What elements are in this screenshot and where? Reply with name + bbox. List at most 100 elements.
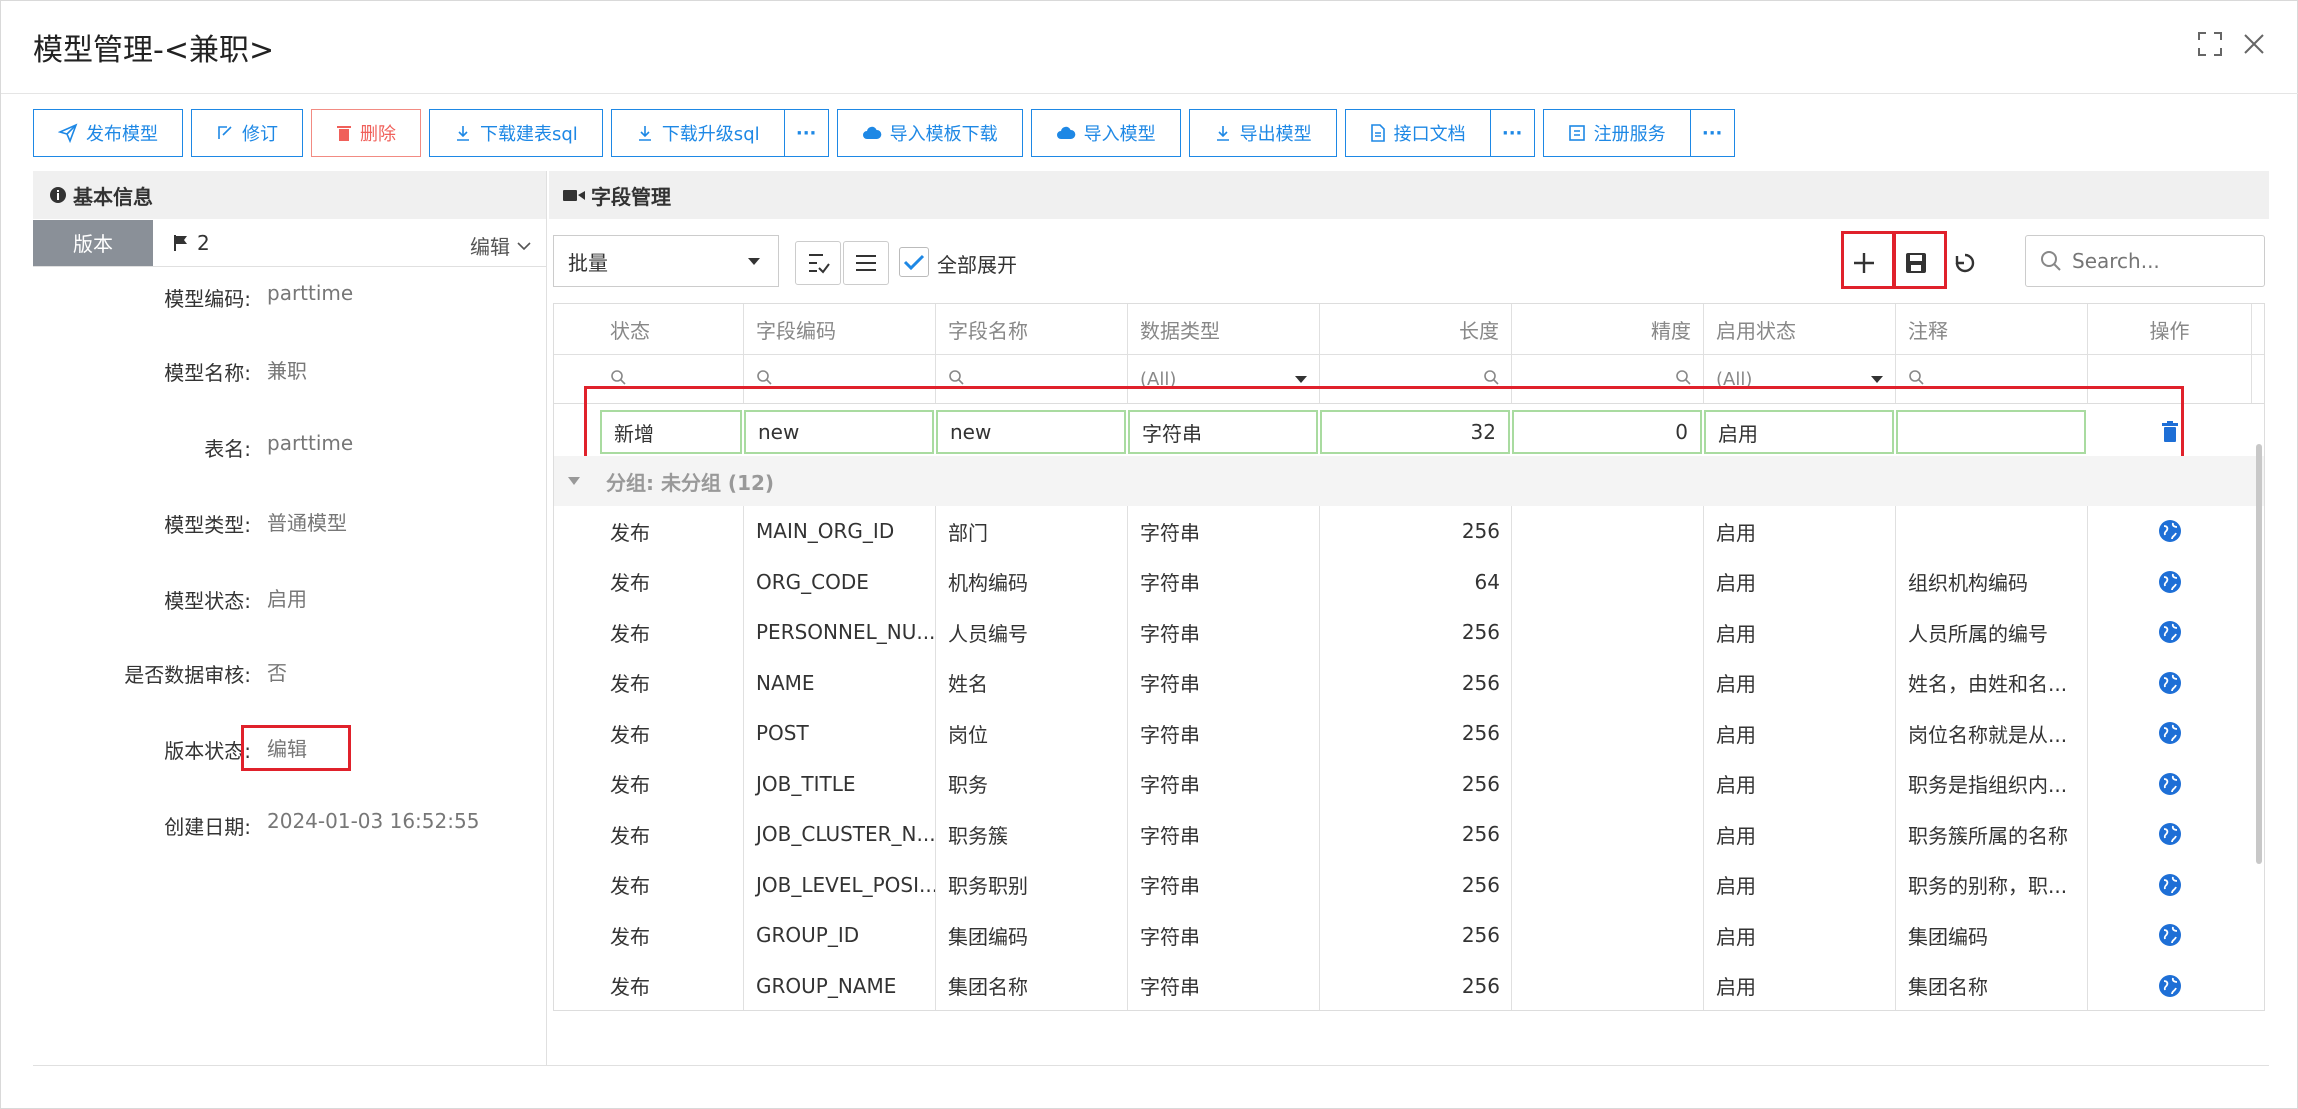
group-label: 分组: 未分组 (12) xyxy=(606,470,775,495)
new-field-cell-enabled[interactable]: 启用 xyxy=(1704,410,1894,454)
publish-action[interactable] xyxy=(2088,961,2252,1011)
new-field-cell-status[interactable]: 新增 xyxy=(600,410,742,454)
filter-select[interactable]: (All) xyxy=(1128,355,1320,403)
download-create-sql-label: 下载建表sql xyxy=(480,124,578,145)
new-field-cell-code[interactable]: new xyxy=(744,410,934,454)
caret-down-icon xyxy=(568,477,580,485)
close-icon[interactable] xyxy=(2237,27,2271,61)
flag-tab[interactable]: 2 xyxy=(173,231,210,255)
column-header[interactable]: 注释 xyxy=(1896,304,2088,354)
filter-search[interactable] xyxy=(1896,355,2088,403)
info-field-value: 启用 xyxy=(267,587,307,611)
publish-action[interactable] xyxy=(2088,708,2252,758)
menu-icon xyxy=(856,255,876,271)
edit-dropdown[interactable]: 编辑 xyxy=(470,231,532,260)
maximize-icon[interactable] xyxy=(2193,27,2227,61)
trash-icon xyxy=(2162,421,2178,442)
search-box[interactable] xyxy=(2025,235,2265,287)
cell-comment: 职务是指组织内... xyxy=(1908,773,2068,797)
table-row[interactable]: 发布 JOB_TITLE 职务 字符串 256 启用 职务是指组织内... xyxy=(554,759,2264,809)
table-row[interactable]: 发布 GROUP_NAME 集团名称 字符串 256 启用 集团名称 xyxy=(554,961,2264,1011)
more-button[interactable]: ··· xyxy=(784,109,829,157)
publish-action[interactable] xyxy=(2088,557,2252,607)
table-row[interactable]: 发布 PERSONNEL_NU... 人员编号 字符串 256 启用 人员所属的编号 xyxy=(554,607,2264,657)
filter-search[interactable] xyxy=(936,355,1128,403)
publish-action[interactable] xyxy=(2088,860,2252,910)
cell-type: 字符串 xyxy=(1140,571,1200,595)
column-divider xyxy=(1511,506,1512,1010)
caret-down-icon xyxy=(1295,375,1307,383)
revise-button[interactable]: 修订 xyxy=(191,109,303,157)
column-header[interactable]: 字段名称 xyxy=(936,304,1128,354)
filter-select[interactable]: (All) xyxy=(1704,355,1896,403)
publish-action[interactable] xyxy=(2088,910,2252,960)
column-header[interactable]: 启用状态 xyxy=(1704,304,1896,354)
column-chooser-button[interactable] xyxy=(843,241,889,285)
add-field-button[interactable] xyxy=(1847,241,1881,285)
export-model-button[interactable]: 导出模型 xyxy=(1188,109,1337,157)
header-divider xyxy=(1,93,2298,94)
table-row[interactable]: 发布 ORG_CODE 机构编码 字符串 64 启用 组织机构编码 xyxy=(554,557,2264,607)
cell-precision xyxy=(1512,607,1704,657)
info-field-value: 普通模型 xyxy=(267,511,347,535)
select-check-button[interactable] xyxy=(795,241,841,285)
column-header[interactable]: 精度 xyxy=(1512,304,1704,354)
new-field-cell-precision[interactable]: 0 xyxy=(1512,410,1702,454)
cell-enabled: 启用 xyxy=(1716,520,1756,545)
delete-row-action[interactable] xyxy=(2088,410,2252,454)
publish-action[interactable] xyxy=(2088,607,2252,657)
download-upgrade-sql-button[interactable]: 下载升级sql xyxy=(610,109,785,157)
info-icon xyxy=(50,187,66,203)
cell-status: 发布 xyxy=(610,672,650,696)
globe-icon xyxy=(2159,621,2181,643)
save-button[interactable] xyxy=(1899,241,1933,285)
filter-search[interactable] xyxy=(1320,355,1512,403)
table-row[interactable]: 发布 JOB_LEVEL_POSI... 职务职别 字符串 256 启用 职务的别称，职..… xyxy=(554,860,2264,910)
table-row[interactable]: 发布 JOB_CLUSTER_N... 职务簇 字符串 256 启用 职务簇所属的名称 xyxy=(554,809,2264,859)
tab-version[interactable]: 版本 xyxy=(33,219,153,266)
column-header[interactable]: 数据类型 xyxy=(1128,304,1320,354)
batch-select-value: 批量 xyxy=(568,250,608,275)
vertical-scrollbar[interactable] xyxy=(2256,444,2262,864)
field-management-title: 字段管理 xyxy=(591,184,671,209)
cell-precision xyxy=(1512,759,1704,809)
cell-length: 256 xyxy=(1461,872,1500,897)
new-field-cell-comment[interactable] xyxy=(1896,410,2086,454)
column-header[interactable]: 状态 xyxy=(554,304,744,354)
more-button[interactable]: ··· xyxy=(1690,109,1735,157)
batch-select[interactable]: 批量 xyxy=(553,235,779,287)
publish-model-button[interactable]: 发布模型 xyxy=(33,109,183,157)
table-row[interactable]: 发布 POST 岗位 字符串 256 启用 岗位名称就是从... xyxy=(554,708,2264,758)
table-row[interactable]: 发布 MAIN_ORG_ID 部门 字符串 256 启用 xyxy=(554,506,2264,556)
publish-action[interactable] xyxy=(2088,759,2252,809)
column-header[interactable]: 长度 xyxy=(1320,304,1512,354)
undo-button[interactable] xyxy=(1947,241,1981,285)
table-row[interactable]: 发布 GROUP_ID 集团编码 字符串 256 启用 集团编码 xyxy=(554,910,2264,960)
delete-button[interactable]: 删除 xyxy=(311,109,421,157)
new-field-cell-type[interactable]: 字符串 xyxy=(1128,410,1318,454)
table-row[interactable]: 发布 NAME 姓名 字符串 256 启用 姓名，由姓和名... xyxy=(554,658,2264,708)
expand-all-checkbox[interactable] xyxy=(899,247,929,277)
cell-comment: 组织机构编码 xyxy=(1908,571,2028,595)
filter-search[interactable] xyxy=(554,355,744,403)
column-header[interactable]: 字段编码 xyxy=(744,304,936,354)
filter-search[interactable] xyxy=(744,355,936,403)
cell-comment: 岗位名称就是从... xyxy=(1908,722,2068,747)
cell-type: 字符串 xyxy=(1140,520,1200,545)
publish-action[interactable] xyxy=(2088,809,2252,859)
publish-action[interactable] xyxy=(2088,658,2252,708)
search-input[interactable] xyxy=(2072,249,2242,273)
register-service-button[interactable]: 注册服务 xyxy=(1542,109,1691,157)
import-template-download-button[interactable]: 导入模板下载 xyxy=(836,109,1023,157)
group-row[interactable]: 分组: 未分组 (12) xyxy=(554,456,2264,506)
filter-search[interactable] xyxy=(1512,355,1704,403)
download-create-sql-button[interactable]: 下载建表sql xyxy=(429,109,603,157)
new-field-cell-name[interactable]: new xyxy=(936,410,1126,454)
more-button[interactable]: ··· xyxy=(1490,109,1535,157)
new-field-cell-length[interactable]: 32 xyxy=(1320,410,1510,454)
register-icon xyxy=(1568,125,1585,141)
api-doc-button[interactable]: 接口文档 xyxy=(1344,109,1491,157)
import-model-button[interactable]: 导入模型 xyxy=(1030,109,1181,157)
publish-action[interactable] xyxy=(2088,506,2252,556)
column-header[interactable]: 操作 xyxy=(2088,304,2252,354)
